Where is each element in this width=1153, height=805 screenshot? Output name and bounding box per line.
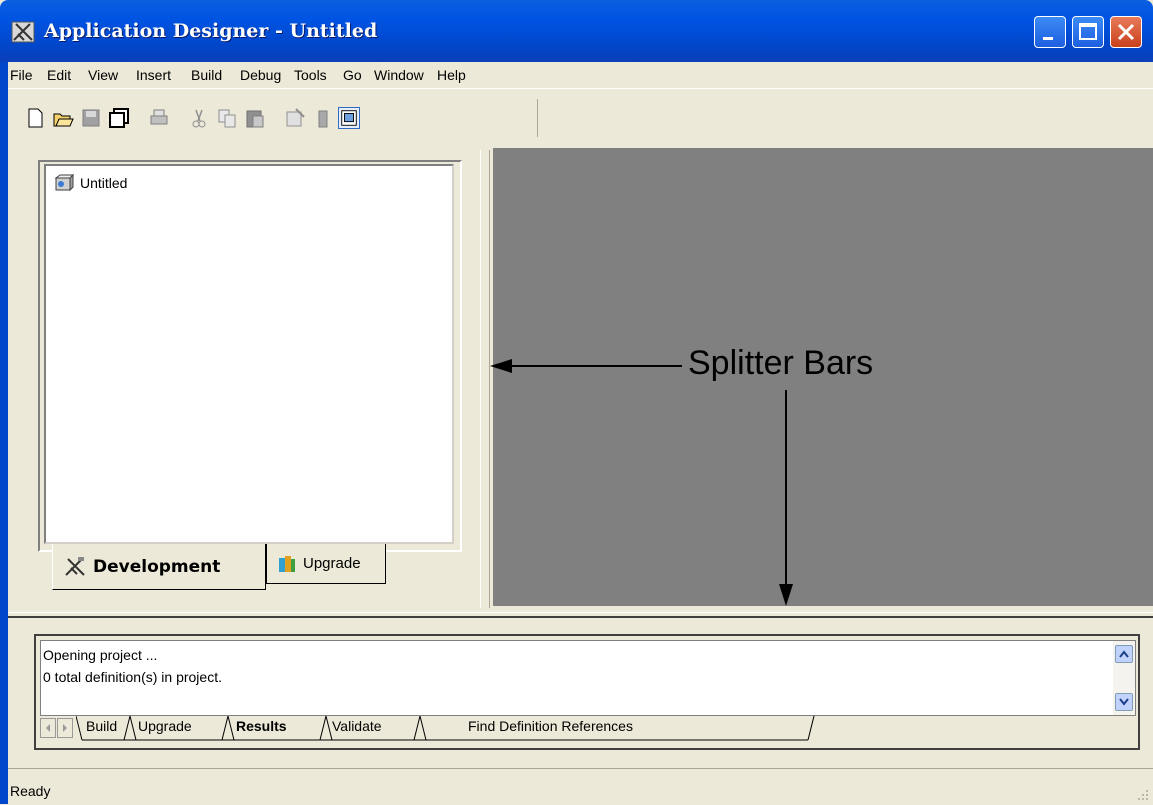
tab-build[interactable]: Build — [86, 718, 117, 734]
menu-tools[interactable]: Tools — [294, 67, 327, 83]
print-icon[interactable] — [148, 107, 170, 129]
tree-item-project[interactable]: Untitled — [54, 174, 127, 192]
status-bar: Ready — [8, 768, 1153, 805]
menu-edit[interactable]: Edit — [47, 67, 71, 83]
caret-right-icon — [63, 724, 67, 732]
menu-build[interactable]: Build — [191, 67, 222, 83]
tree-item-label: Untitled — [80, 175, 128, 191]
menu-debug[interactable]: Debug — [240, 67, 281, 83]
toolbar-area — [8, 88, 1153, 147]
copy-icon[interactable] — [216, 107, 238, 129]
new-icon[interactable] — [24, 107, 46, 129]
minimize-icon — [1043, 37, 1053, 40]
caret-left-icon — [46, 724, 50, 732]
tab-development-label: Development — [93, 556, 221, 577]
chevron-down-icon — [1119, 698, 1129, 706]
menu-file[interactable]: File — [10, 67, 33, 83]
cut-icon[interactable] — [188, 107, 210, 129]
horizontal-splitter-bar[interactable] — [8, 612, 1153, 618]
development-icon — [65, 556, 85, 576]
title-bar[interactable]: Application Designer - Untitled — [0, 0, 1153, 62]
tab-scroll-right-button[interactable] — [57, 718, 73, 738]
window-title: Application Designer - Untitled — [44, 20, 378, 42]
tab-upgrade-output[interactable]: Upgrade — [138, 718, 192, 734]
menu-view[interactable]: View — [88, 67, 118, 83]
tab-development[interactable]: Development — [52, 544, 266, 590]
tab-scroll-left-button[interactable] — [40, 718, 56, 738]
project-workspace-icon[interactable] — [338, 107, 360, 129]
paste-icon[interactable] — [244, 107, 266, 129]
vertical-splitter-bar[interactable] — [480, 150, 490, 608]
menu-go[interactable]: Go — [343, 67, 362, 83]
output-line: 0 total definition(s) in project. — [43, 669, 222, 685]
maximize-icon — [1079, 23, 1097, 40]
window-frame-left — [0, 62, 8, 804]
project-workspace[interactable]: Untitled — [44, 164, 454, 544]
app-designer-icon — [11, 21, 35, 43]
maximize-button[interactable] — [1072, 16, 1104, 48]
open-icon[interactable] — [52, 107, 74, 129]
menu-insert[interactable]: Insert — [136, 67, 171, 83]
status-text: Ready — [10, 783, 51, 799]
tab-upgrade-label: Upgrade — [303, 555, 361, 572]
output-text-area[interactable]: Opening project ... 0 total definition(s… — [40, 640, 1136, 716]
compile-icon[interactable] — [312, 107, 334, 129]
chevron-up-icon — [1119, 650, 1129, 658]
close-button[interactable] — [1110, 16, 1142, 48]
standard-toolbar — [22, 99, 538, 137]
minimize-button[interactable] — [1034, 16, 1066, 48]
menu-bar: File Edit View Insert Build Debug Tools … — [8, 62, 1153, 88]
annotation-label: Splitter Bars — [688, 344, 874, 382]
save-all-icon[interactable] — [108, 107, 130, 129]
save-icon[interactable] — [80, 107, 102, 129]
menu-window[interactable]: Window — [374, 67, 424, 83]
output-scrollbar[interactable] — [1113, 641, 1135, 715]
scroll-up-button[interactable] — [1115, 645, 1133, 663]
tab-upgrade[interactable]: Upgrade — [266, 544, 386, 584]
tab-find-definition-references[interactable]: Find Definition References — [468, 718, 633, 734]
menu-help[interactable]: Help — [437, 67, 466, 83]
output-line: Opening project ... — [43, 647, 158, 663]
resize-grip-icon[interactable] — [1135, 787, 1149, 801]
properties-icon[interactable] — [284, 107, 306, 129]
upgrade-icon — [279, 555, 295, 572]
close-icon — [1117, 23, 1135, 41]
scroll-down-button[interactable] — [1115, 693, 1133, 711]
tab-results[interactable]: Results — [236, 718, 287, 734]
project-icon — [54, 174, 74, 192]
output-window: Opening project ... 0 total definition(s… — [34, 634, 1140, 750]
tab-validate[interactable]: Validate — [332, 718, 382, 734]
output-tabs: Build Upgrade Results Validate Find Defi… — [40, 716, 1134, 742]
